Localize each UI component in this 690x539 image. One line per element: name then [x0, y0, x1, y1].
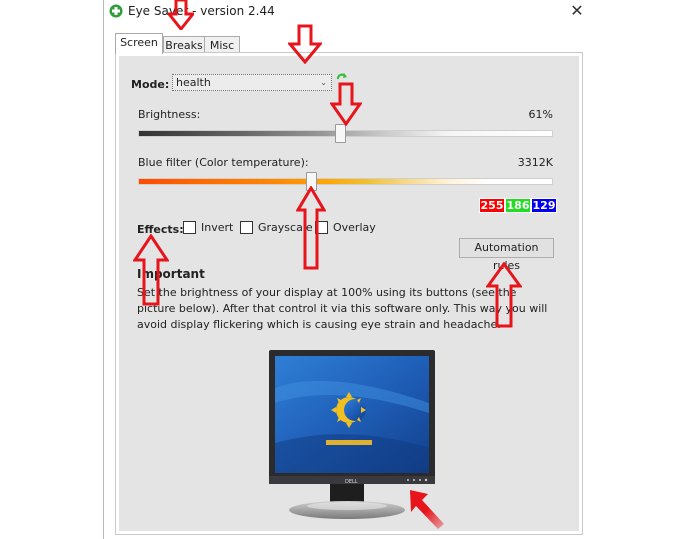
grayscale-checkbox[interactable] — [240, 221, 253, 234]
blue-filter-label: Blue filter (Color temperature): — [138, 156, 309, 169]
automation-rules-button[interactable]: Automation rules — [459, 238, 554, 272]
rgb-green-value: 186 — [505, 198, 531, 213]
blue-filter-slider-track[interactable] — [138, 178, 553, 185]
tab-screen[interactable]: Screen — [115, 33, 163, 54]
important-text: Set the brightness of your display at 10… — [137, 286, 548, 331]
brightness-value: 61% — [528, 108, 553, 121]
mode-label: Mode: — [131, 78, 170, 91]
window-border — [103, 0, 104, 539]
window-title: Eye Saver - version 2.44 — [128, 4, 275, 18]
effects-label: Effects: — [137, 223, 184, 236]
rgb-blue-value: 129 — [531, 198, 557, 213]
screen-tab-panel: Mode: health ⌄ Brightness: 61% Blue filt… — [115, 52, 583, 535]
important-heading: Important — [137, 267, 205, 281]
app-shield-icon — [109, 4, 123, 18]
chevron-down-icon: ⌄ — [320, 78, 327, 87]
brightness-label: Brightness: — [138, 108, 201, 121]
refresh-icon[interactable] — [337, 73, 347, 83]
invert-label: Invert — [201, 221, 234, 234]
close-icon: ✕ — [570, 1, 584, 20]
overlay-checkbox[interactable] — [315, 221, 328, 234]
blue-filter-slider-thumb[interactable] — [305, 172, 317, 191]
close-button[interactable]: ✕ — [566, 1, 588, 21]
blue-filter-value: 3312K — [517, 156, 553, 169]
invert-checkbox[interactable] — [183, 221, 196, 234]
monitor-illustration: DELL — [269, 350, 435, 519]
rgb-red-value: 255 — [479, 198, 505, 213]
grayscale-label: Grayscale — [258, 221, 313, 234]
panel-content: Mode: health ⌄ Brightness: 61% Blue filt… — [119, 56, 579, 531]
title-bar: Eye Saver - version 2.44 ✕ — [104, 0, 590, 26]
overlay-label: Overlay — [333, 221, 376, 234]
mode-dropdown[interactable]: health ⌄ — [172, 74, 332, 91]
mode-value: health — [176, 76, 211, 89]
brightness-slider-thumb[interactable] — [334, 124, 346, 143]
